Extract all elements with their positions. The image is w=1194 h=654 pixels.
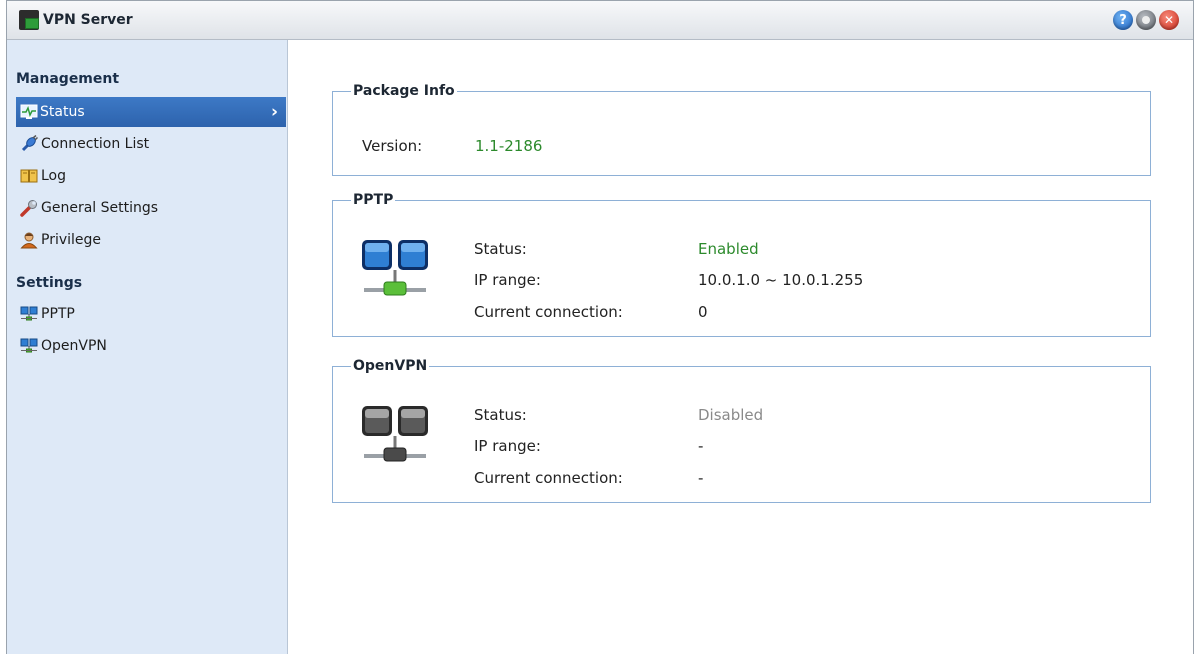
sidebar-item-openvpn[interactable]: OpenVPN	[7, 331, 287, 361]
sidebar-item-log[interactable]: Log	[7, 161, 287, 191]
openvpn-group: OpenVPN Status: Disabled IP range: - Cur…	[332, 358, 1151, 503]
book-icon	[20, 169, 38, 183]
status-monitor-icon	[20, 104, 38, 119]
sidebar: Management Status › Connection List Log …	[7, 40, 288, 654]
pptp-group: PPTP Status: Enabled IP range: 10.0.1.0 …	[332, 192, 1151, 337]
sidebar-item-connection-list[interactable]: Connection List	[7, 129, 287, 159]
pptp-status-label: Status:	[474, 240, 527, 258]
sidebar-item-label: Connection List	[41, 136, 150, 152]
openvpn-connection-label: Current connection:	[474, 469, 623, 487]
openvpn-network-icon	[362, 406, 428, 462]
help-button[interactable]: ?	[1113, 10, 1133, 30]
openvpn-ip-value: -	[698, 437, 704, 455]
user-icon	[20, 232, 38, 249]
sidebar-item-label: Status	[40, 104, 85, 120]
help-icon: ?	[1119, 12, 1127, 28]
plug-icon	[21, 135, 38, 152]
sidebar-item-privilege[interactable]: Privilege	[7, 225, 287, 255]
sidebar-item-label: General Settings	[41, 200, 159, 216]
network-icon	[20, 338, 38, 353]
pptp-connection-label: Current connection:	[474, 303, 623, 321]
pptp-status-value: Enabled	[698, 240, 759, 258]
package-info-group: Package Info Version: 1.1-2186	[332, 83, 1151, 176]
sidebar-item-pptp[interactable]: PPTP	[7, 299, 287, 329]
pptp-ip-value: 10.0.1.0 ~ 10.0.1.255	[698, 271, 864, 289]
sidebar-item-label: Log	[41, 168, 67, 184]
sidebar-item-label: PPTP	[41, 306, 75, 322]
minimize-button[interactable]	[1136, 10, 1156, 30]
section-title-settings: Settings	[16, 275, 83, 291]
openvpn-status-label: Status:	[474, 406, 527, 424]
window-controls: ? ✕	[1113, 10, 1179, 30]
chevron-right-icon: ›	[270, 102, 278, 122]
window-title: VPN Server	[43, 12, 133, 28]
version-value: 1.1-2186	[475, 137, 543, 155]
pptp-network-icon	[362, 240, 428, 296]
close-button[interactable]: ✕	[1159, 10, 1179, 30]
sidebar-item-status[interactable]: Status ›	[16, 97, 286, 127]
pptp-connection-value: 0	[698, 303, 708, 321]
main-content: Package Info Version: 1.1-2186 PPTP Stat…	[289, 40, 1193, 654]
minimize-icon	[1142, 16, 1150, 24]
pptp-title: PPTP	[353, 192, 394, 208]
vpn-server-app-icon	[19, 10, 39, 30]
version-label: Version:	[362, 137, 423, 155]
pptp-ip-label: IP range:	[474, 271, 541, 289]
openvpn-title: OpenVPN	[353, 358, 428, 374]
sidebar-item-label: Privilege	[41, 232, 102, 248]
sidebar-item-general-settings[interactable]: General Settings	[7, 193, 287, 223]
title-bar[interactable]: VPN Server ? ✕	[7, 1, 1193, 40]
openvpn-connection-value: -	[698, 469, 704, 487]
openvpn-ip-label: IP range:	[474, 437, 541, 455]
close-icon: ✕	[1163, 13, 1175, 27]
package-info-title: Package Info	[353, 83, 455, 99]
wrench-icon	[20, 200, 37, 217]
openvpn-status-value: Disabled	[698, 406, 764, 424]
sidebar-item-label: OpenVPN	[41, 338, 107, 354]
section-title-management: Management	[16, 71, 120, 87]
vpn-server-window: VPN Server ? ✕ Management Status › Conne…	[6, 0, 1194, 654]
network-icon	[20, 306, 38, 321]
